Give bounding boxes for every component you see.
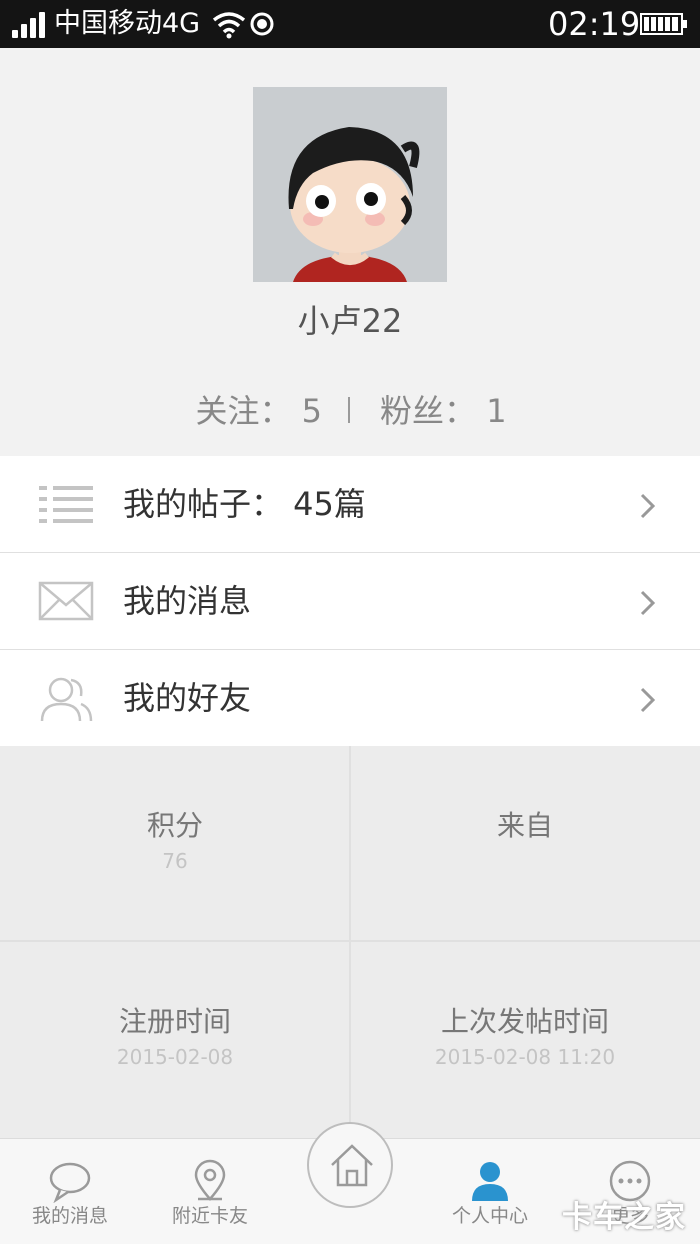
following-label: 关注：: [195, 392, 292, 430]
fans-label: 粉丝：: [380, 392, 477, 430]
stat-title: 上次发帖时间: [440, 1005, 609, 1038]
stat-last-post-time: 上次发帖时间 2015-02-08 11:20: [350, 942, 700, 1138]
tab-personal-center[interactable]: 个人中心: [420, 1139, 560, 1244]
status-bar: 中国移动4G 02:19: [0, 0, 700, 48]
list-icon: [39, 486, 93, 523]
tab-label: 附近卡友: [171, 1205, 248, 1227]
follow-divider: [348, 397, 350, 423]
grid-divider-vertical: [349, 746, 351, 1138]
menu-label-my-friends: 我的好友: [123, 679, 252, 717]
avatar[interactable]: [253, 87, 447, 282]
menu-label-my-posts: 我的帖子： 45篇: [123, 485, 366, 523]
tab-nearby-truckers[interactable]: 附近卡友: [140, 1139, 280, 1244]
stat-from: 来自: [350, 746, 700, 942]
map-pin-icon: [194, 1159, 226, 1201]
home-button[interactable]: [307, 1122, 393, 1208]
menu-item-my-messages[interactable]: 我的消息: [0, 553, 700, 650]
menu-label-my-messages: 我的消息: [123, 582, 252, 620]
tab-label: 个人中心: [451, 1205, 528, 1227]
stat-value: 76: [162, 849, 188, 873]
carrier-name: 中国移动4G: [54, 8, 201, 39]
home-icon: [331, 1144, 373, 1187]
following-count: 5: [301, 392, 322, 430]
stat-value: 2015-02-08: [116, 1045, 234, 1069]
grid-divider-horizontal: [0, 940, 700, 942]
location-icon: [250, 12, 274, 36]
tab-label: 我的消息: [31, 1205, 108, 1227]
stat-points: 积分 76: [0, 746, 350, 942]
signal-icon: [12, 12, 48, 38]
avatar-cartoon-image: [253, 87, 447, 282]
username: 小卢22: [297, 302, 403, 340]
tab-my-messages[interactable]: 我的消息: [0, 1139, 140, 1244]
fans-count: 1: [486, 392, 507, 430]
clock: 02:19: [548, 5, 641, 43]
stat-register-time: 注册时间 2015-02-08: [0, 942, 350, 1138]
stat-title: 来自: [496, 809, 553, 842]
chevron-right-icon: [640, 687, 656, 713]
menu-item-my-friends[interactable]: 我的好友: [0, 650, 700, 747]
stat-title: 注册时间: [118, 1005, 231, 1038]
chevron-right-icon: [640, 590, 656, 616]
fans-stat[interactable]: 粉丝： 1: [380, 388, 507, 434]
menu-item-my-posts[interactable]: 我的帖子： 45篇: [0, 456, 700, 553]
more-icon: [609, 1160, 651, 1202]
stat-title: 积分: [146, 809, 203, 842]
wifi-icon: [212, 12, 246, 39]
mail-icon: [38, 581, 94, 621]
person-icon: [472, 1162, 508, 1201]
follow-stats: 关注： 5 粉丝： 1: [0, 388, 700, 434]
profile-menu: 我的帖子： 45篇 我的消息 我的好友: [0, 456, 700, 747]
following-stat[interactable]: 关注： 5: [195, 388, 322, 434]
chevron-right-icon: [640, 493, 656, 519]
battery-icon: [640, 13, 687, 35]
chat-bubble-icon: [49, 1162, 91, 1203]
stat-value: 2015-02-08 11:20: [434, 1045, 616, 1069]
profile-stats-grid: 积分 76 来自 注册时间 2015-02-08 上次发帖时间 2015-02-…: [0, 746, 700, 1138]
watermark-logo: 卡车之家: [562, 1200, 686, 1235]
friends-icon: [40, 677, 93, 722]
